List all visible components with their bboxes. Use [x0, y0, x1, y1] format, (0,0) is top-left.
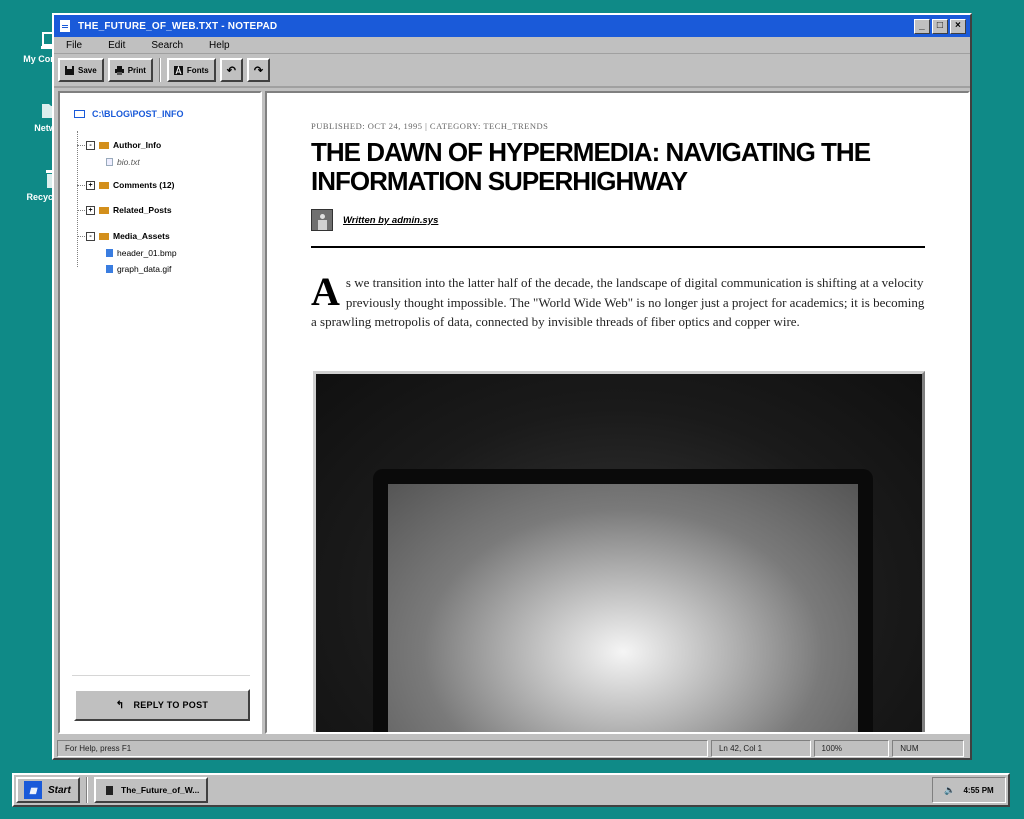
- tree-pane: C:\BLOG\POST_INFO - Author_Info bio.txt …: [58, 91, 262, 734]
- undo-icon: ↶: [226, 64, 236, 77]
- clock: 4:55 PM: [963, 785, 994, 795]
- taskbar-item-label: The_Future_of_W...: [121, 785, 200, 795]
- folder-icon: [74, 110, 85, 118]
- maximize-button[interactable]: □: [932, 18, 948, 34]
- status-mode: NUM: [892, 740, 964, 757]
- folder-icon: [99, 181, 109, 189]
- monitor-screen: [388, 484, 858, 732]
- redo-button[interactable]: ↷: [246, 58, 271, 82]
- folder-icon: [99, 141, 109, 149]
- taskbar-item-notepad[interactable]: The_Future_of_W...: [94, 777, 208, 803]
- drop-cap: A: [311, 269, 340, 314]
- printer-icon: [114, 65, 124, 75]
- start-button[interactable]: ▦ Start: [16, 777, 80, 803]
- speaker-icon[interactable]: 🔈: [944, 785, 955, 796]
- article-meta: PUBLISHED: OCT 24, 1995 | CATEGORY: TECH…: [311, 121, 549, 131]
- collapse-toggle[interactable]: -: [86, 231, 95, 241]
- save-label: Save: [78, 65, 97, 75]
- reply-icon: ↰: [115, 699, 125, 711]
- article-body-text: s we transition into the latter half of …: [311, 275, 925, 329]
- tree-node-label: Author_Info: [113, 140, 162, 150]
- tree-root-label: C:\BLOG\POST_INFO: [92, 109, 184, 119]
- start-label: Start: [48, 784, 71, 796]
- start-logo-icon: ▦: [24, 781, 42, 799]
- save-button[interactable]: Save: [58, 58, 104, 82]
- tree-node-label: bio.txt: [117, 157, 140, 167]
- fonts-button[interactable]: Fonts: [166, 58, 216, 82]
- close-button[interactable]: ×: [950, 18, 966, 34]
- tree-node-bio-txt[interactable]: bio.txt: [106, 157, 140, 167]
- redo-icon: ↷: [253, 64, 264, 77]
- tree-node-label: header_01.bmp: [117, 248, 177, 258]
- collapse-toggle[interactable]: -: [86, 140, 95, 150]
- notepad-window: THE_FUTURE_OF_WEB.TXT - NOTEPAD _ □ × Fi…: [52, 13, 972, 760]
- folder-icon: [99, 206, 109, 214]
- print-label: Print: [127, 65, 146, 75]
- toolbar-separator: [158, 58, 161, 82]
- taskbar-separator: [86, 777, 88, 803]
- toolbar: Save Print Fonts ↶ ↷: [54, 54, 970, 88]
- document-icon: [60, 20, 70, 32]
- image-file-icon: [106, 265, 113, 273]
- menu-file[interactable]: File: [66, 40, 82, 51]
- article-body: As we transition into the latter half of…: [311, 269, 929, 332]
- tree-node-label: Media_Assets: [113, 231, 170, 241]
- font-icon: [173, 65, 183, 75]
- article-pane: PUBLISHED: OCT 24, 1995 | CATEGORY: TECH…: [265, 91, 970, 734]
- reply-to-post-button[interactable]: ↰ REPLY TO POST: [74, 689, 250, 721]
- reply-button-label: REPLY TO POST: [133, 700, 209, 710]
- image-file-icon: [106, 249, 113, 257]
- system-tray: 🔈 4:55 PM: [932, 777, 1006, 803]
- menu-bar: File Edit Search Help: [54, 37, 970, 54]
- tree-root[interactable]: C:\BLOG\POST_INFO: [74, 109, 184, 119]
- divider: [72, 675, 250, 676]
- window-title: THE_FUTURE_OF_WEB.TXT - NOTEPAD: [78, 20, 278, 32]
- tree-node-media-assets[interactable]: - Media_Assets: [86, 231, 170, 241]
- minimize-button[interactable]: _: [914, 18, 930, 34]
- floppy-icon: [65, 65, 74, 75]
- hero-image: [313, 371, 925, 732]
- folder-icon: [99, 232, 109, 240]
- expand-toggle[interactable]: +: [86, 180, 95, 190]
- author-row: Written by admin.sys: [311, 209, 438, 231]
- divider: [311, 246, 925, 248]
- menu-search[interactable]: Search: [151, 40, 183, 51]
- text-file-icon: [106, 158, 113, 166]
- menu-help[interactable]: Help: [209, 40, 230, 51]
- menu-edit[interactable]: Edit: [108, 40, 125, 51]
- title-bar[interactable]: THE_FUTURE_OF_WEB.TXT - NOTEPAD _ □ ×: [54, 15, 970, 37]
- fonts-label: Fonts: [186, 65, 209, 75]
- status-position: Ln 42, Col 1: [710, 740, 811, 757]
- print-button[interactable]: Print: [107, 58, 153, 82]
- tree-node-label: graph_data.gif: [117, 264, 172, 274]
- document-icon: [106, 785, 113, 795]
- expand-toggle[interactable]: +: [86, 205, 95, 215]
- status-zoom: 100%: [813, 740, 890, 757]
- tree-node-related-posts[interactable]: + Related_Posts: [86, 205, 172, 215]
- status-help: For Help, press F1: [57, 740, 708, 757]
- undo-button[interactable]: ↶: [219, 58, 243, 82]
- taskbar: ▦ Start The_Future_of_W... 🔈 4:55 PM: [12, 773, 1010, 807]
- tree-node-comments[interactable]: + Comments (12): [86, 180, 174, 190]
- tree-node-author-info[interactable]: - Author_Info: [86, 140, 161, 150]
- tree-node-graph-gif[interactable]: graph_data.gif: [106, 264, 171, 274]
- tree-line: [77, 131, 78, 267]
- status-bar: For Help, press F1 Ln 42, Col 1 100% NUM: [54, 739, 970, 758]
- article-headline: THE DAWN OF HYPERMEDIA: NAVIGATING THE I…: [311, 137, 871, 196]
- tree-node-header-bmp[interactable]: header_01.bmp: [106, 248, 177, 258]
- tree-node-label: Comments (12): [113, 180, 175, 190]
- tree-node-label: Related_Posts: [113, 205, 172, 215]
- author-link[interactable]: Written by admin.sys: [343, 215, 438, 226]
- author-avatar: [311, 209, 333, 231]
